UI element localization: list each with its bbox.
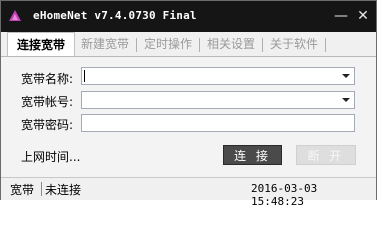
status-datetime: 2016-03-03 15:48:23: [251, 182, 318, 208]
online-time-label: 上网时间...: [21, 150, 81, 164]
tab-about[interactable]: 关于软件: [266, 35, 322, 54]
status-divider: [41, 182, 42, 196]
window-title: eHomeNet v7.4.0730 Final: [33, 9, 197, 22]
connection-status: 未连接: [45, 183, 82, 197]
connect-panel: 宽带名称: 宽带帐号: 宽带密码: 上网时间... 连 接 断 开: [1, 57, 376, 177]
tab-bar: 连接宽带 新建宽带 定时操作 相关设置 关于软件: [1, 32, 376, 57]
tab-new-broadband[interactable]: 新建宽带: [77, 35, 133, 54]
tab-divider: [136, 38, 137, 52]
tab-divider: [262, 38, 263, 52]
tab-settings[interactable]: 相关设置: [203, 35, 259, 54]
dropdown-arrow-icon[interactable]: [342, 98, 350, 102]
username-combobox[interactable]: [81, 91, 355, 111]
tab-divider: [325, 38, 326, 52]
username-label: 宽带帐号:: [21, 95, 74, 109]
password-input[interactable]: [82, 118, 338, 134]
tab-connect-broadband[interactable]: 连接宽带: [7, 32, 75, 56]
status-bar: 宽带 未连接 2016-03-03 15:48:23: [1, 177, 376, 208]
tab-divider: [199, 38, 200, 52]
dropdown-arrow-icon[interactable]: [342, 74, 350, 78]
close-icon[interactable]: ✕: [355, 9, 371, 25]
disconnect-button: 断 开: [296, 145, 356, 165]
account-name-label: 宽带名称:: [21, 72, 74, 86]
title-bar: eHomeNet v7.4.0730 Final — ✕: [1, 1, 376, 32]
password-field[interactable]: [81, 114, 355, 134]
tab-scheduled-tasks[interactable]: 定时操作: [140, 35, 196, 54]
minimize-icon[interactable]: —: [333, 9, 349, 25]
account-name-combobox[interactable]: [81, 67, 355, 87]
app-window: eHomeNet v7.4.0730 Final — ✕ 连接宽带 新建宽带 定…: [0, 0, 377, 208]
username-input[interactable]: [82, 95, 338, 111]
connect-button[interactable]: 连 接: [223, 145, 282, 165]
password-label: 宽带密码:: [21, 118, 74, 132]
account-name-input[interactable]: [82, 71, 338, 87]
text-cursor: [84, 70, 85, 82]
connection-type: 宽带: [10, 183, 35, 197]
app-logo-icon: [9, 10, 21, 21]
